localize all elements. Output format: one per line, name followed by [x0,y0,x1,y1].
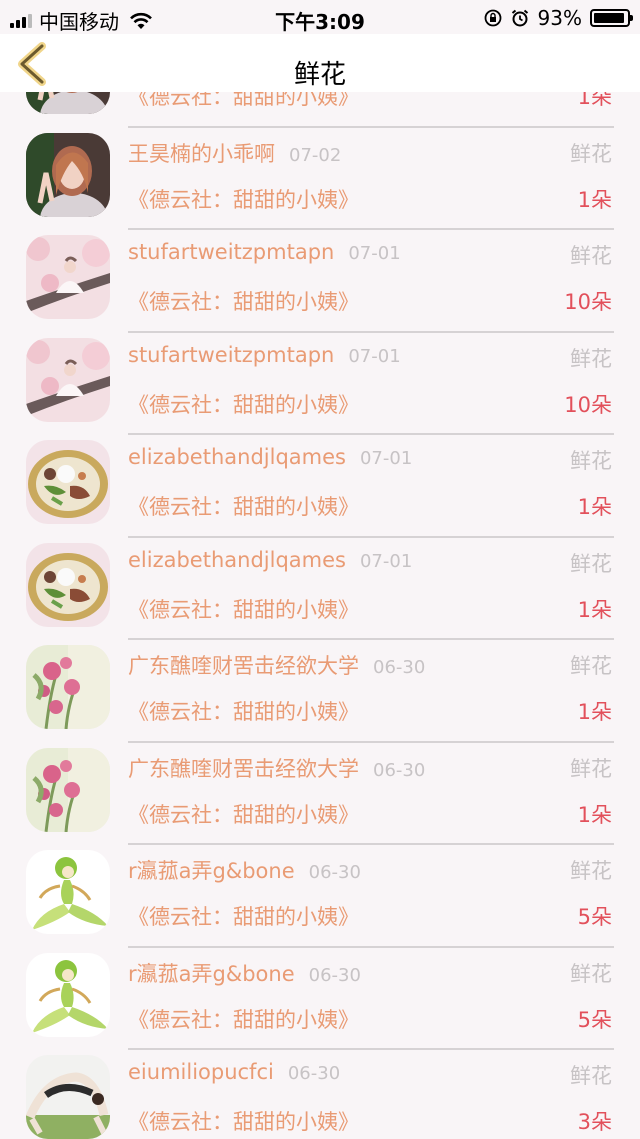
gift-date: 07-01 [359,448,413,469]
book-title: 《德云社：甜甜的小姨》 [128,495,359,519]
user-name: r瀛菰a弄g&bone 06-30 [128,855,361,885]
user-name-text: eiumiliopucfci [128,1060,274,1084]
gift-date: 07-01 [348,345,401,367]
user-name-text: 王昊楠的小乖啊 [128,141,275,166]
flower-count: 1朵 [577,187,612,212]
list-item[interactable]: elizabethandjlqames 07-01 鲜花 《德云社：甜甜的小姨》 … [0,518,640,640]
book-title: 《德云社：甜甜的小姨》 [128,392,359,417]
flower-count: 1朵 [577,597,612,622]
gift-type: 鲜花 [570,859,612,883]
book-title: 《德云社：甜甜的小姨》 [128,905,359,929]
gift-type: 鲜花 [570,346,612,371]
list-item[interactable]: 王昊楠的小乖啊 07-02 鲜花 《德云社：甜甜的小姨》 1朵 [0,108,640,230]
gift-type: 鲜花 [570,244,612,268]
flower-count: 5朵 [577,905,612,929]
flower-count: 10朵 [564,392,612,417]
gift-date: 06-30 [373,759,426,781]
gift-type: 鲜花 [570,654,612,678]
nav-bar: 鲜花 [0,34,640,92]
user-name: 广东醮喹财罟击经欲大学 06-30 [128,753,425,783]
battery-level [594,13,624,23]
user-name: 广东醮喹财罟击经欲大学 06-30 [128,650,425,680]
battery-percent: 93% [537,6,582,30]
list-item[interactable]: 广东醮喹财罟击经欲大学 06-30 鲜花 《德云社：甜甜的小姨》 1朵 [0,723,640,845]
gift-type: 鲜花 [570,1064,612,1088]
gift-date: 06-30 [308,964,361,986]
book-title: 《德云社：甜甜的小姨》 [128,597,359,622]
user-name-text: stufartweitzpmtapn [128,342,335,367]
gift-type: 鲜花 [570,141,612,166]
page-title: 鲜花 [293,60,346,90]
user-name-text: stufartweitzpmtapn [128,240,335,264]
user-name: elizabethandjlqames 07-01 [128,445,412,469]
gift-date: 07-01 [348,243,401,264]
user-name-text: 广东醮喹财罟击经欲大学 [128,756,359,781]
book-title: 《德云社：甜甜的小姨》 [128,290,359,314]
book-title: 《德云社：甜甜的小姨》 [128,187,359,212]
user-name: stufartweitzpmtapn 07-01 [128,343,401,367]
user-name: 王昊楠的小乖啊 07-02 [128,138,341,168]
user-name-text: elizabethandjlqames [128,547,346,572]
gift-date: 06-30 [373,657,426,678]
flower-count: 1朵 [577,700,612,724]
gift-type: 鲜花 [570,961,612,986]
user-name-text: r瀛菰a弄g&bone [128,961,295,986]
battery-icon [590,9,633,27]
status-bar: 中国移动 下午3:09 93% [0,0,640,34]
flower-count: 3朵 [577,1110,612,1134]
green-fairy-avatar[interactable] [26,850,110,934]
list-item[interactable]: stufartweitzpmtapn 07-01 鲜花 《德云社：甜甜的小姨》 1… [0,210,640,333]
user-name: stufartweitzpmtapn 07-01 [128,240,401,264]
list-item[interactable]: elizabethandjlqames 07-01 鲜花 《德云社：甜甜的小姨》 … [0,415,640,538]
gift-date: 07-02 [289,144,342,166]
book-title: 《德云社：甜甜的小姨》 [128,700,359,724]
flower-count: 5朵 [577,1007,612,1032]
book-title: 《德云社：甜甜的小姨》 [128,802,359,827]
pink-flowers-avatar[interactable] [26,645,110,729]
flower-count: 1朵 [577,495,612,519]
user-name-text: r瀛菰a弄g&bone [128,859,295,883]
list-item[interactable]: stufartweitzpmtapn 07-01 鲜花 《德云社：甜甜的小姨》 1… [0,313,640,435]
blossom-girl-avatar[interactable] [26,235,110,319]
list-item[interactable]: 《德云社：甜甜的小姨》 1朵 [0,92,640,128]
book-title: 《德云社：甜甜的小姨》 [128,1007,359,1032]
list-item[interactable]: r瀛菰a弄g&bone 06-30 鲜花 《德云社：甜甜的小姨》 5朵 [0,928,640,1050]
gift-date: 06-30 [287,1063,341,1084]
gift-type: 鲜花 [570,756,612,781]
flower-count: 10朵 [564,290,612,314]
alarm-icon [511,9,528,27]
book-title: 《德云社：甜甜的小姨》 [128,1110,359,1134]
gift-type: 鲜花 [570,551,612,576]
gift-date: 07-01 [359,550,413,572]
gift-date: 06-30 [308,862,361,883]
blossom-girl-avatar[interactable] [26,337,110,422]
flower-count: 1朵 [577,802,612,827]
user-name: elizabethandjlqames 07-01 [128,548,412,572]
yoga-pose-avatar[interactable] [26,1055,110,1139]
list-item[interactable]: r瀛菰a弄g&bone 06-30 鲜花 《德云社：甜甜的小姨》 5朵 [0,825,640,948]
pink-flowers-avatar[interactable] [26,747,110,832]
salad-bowl-avatar[interactable] [26,440,110,524]
girl-portrait-avatar[interactable] [26,132,110,217]
list-item[interactable]: eiumiliopucfci 06-30 鲜花 《德云社：甜甜的小姨》 3朵 [0,1030,640,1139]
user-name: eiumiliopucfci 06-30 [128,1060,340,1084]
back-button[interactable] [14,42,54,86]
user-name-text: elizabethandjlqames [128,445,346,469]
user-name-text: 广东醮喹财罟击经欲大学 [128,654,359,678]
user-name: r瀛菰a弄g&bone 06-30 [128,958,361,988]
list-item[interactable]: 广东醮喹财罟击经欲大学 06-30 鲜花 《德云社：甜甜的小姨》 1朵 [0,620,640,743]
rotation-lock-icon [484,9,501,27]
gift-type: 鲜花 [570,449,612,473]
green-fairy-avatar[interactable] [26,952,110,1037]
salad-bowl-avatar[interactable] [26,542,110,627]
flower-list[interactable]: 《德云社：甜甜的小姨》 1朵 王昊楠的小乖啊 07-02 鲜花 《德云社：甜甜的小… [0,92,640,1139]
